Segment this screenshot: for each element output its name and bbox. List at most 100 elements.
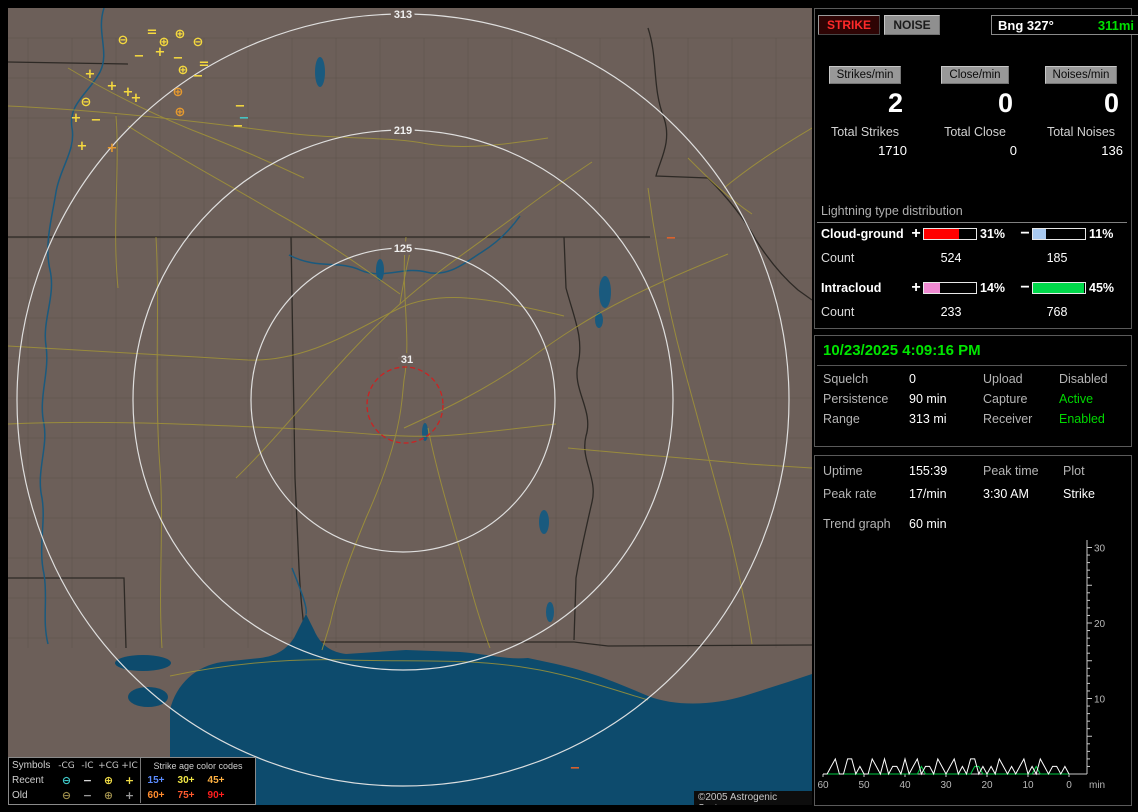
legend-type-ic-neg: -IC xyxy=(77,761,98,771)
strike-symbol: + xyxy=(107,79,118,94)
strike-symbol: ⊕ xyxy=(175,105,186,120)
session-stats-box: Uptime 155:39 Peak time Plot Peak rate 1… xyxy=(814,455,1132,806)
total-strikes-label: Total Strikes xyxy=(815,125,915,139)
minus-sign: − xyxy=(1018,279,1032,297)
x-tick-label: 30 xyxy=(940,780,952,791)
close-per-min-value: 0 xyxy=(925,88,1025,119)
strike-symbol: ⊕ xyxy=(175,27,186,42)
plus-sign: + xyxy=(909,279,923,297)
receiver-status: Enabled xyxy=(1059,412,1105,426)
peak-time-label: Peak time xyxy=(983,464,1039,478)
old-cg-pos-icon: ⊕ xyxy=(98,789,119,802)
recent-cg-pos-icon: ⊕ xyxy=(98,774,119,787)
x-tick-label: 0 xyxy=(1066,780,1072,791)
status-box: 10/23/2025 4:09:16 PM Squelch 0 Upload D… xyxy=(814,335,1132,447)
strikes-per-min-label: Strikes/min xyxy=(829,66,902,84)
peak-rate-row: Peak rate 17/min 3:30 AM Strike xyxy=(815,487,1131,505)
control-panel: STRIKE NOISE Bng 327° 311mi Strikes/min … xyxy=(814,8,1132,805)
legend-recent-row: Recent ⊖ − ⊕ + 15+ 30+ 45+ xyxy=(9,773,255,788)
cg-negative-count: 185 xyxy=(1029,251,1085,265)
strike-symbol: ⊖ xyxy=(118,33,129,48)
legend-type-cg-pos: +CG xyxy=(98,761,119,771)
recent-ic-pos-icon: + xyxy=(119,774,140,787)
divider xyxy=(817,222,1127,223)
status-row-squelch: Squelch 0 Upload Disabled xyxy=(815,372,1131,390)
total-noises-label: Total Noises xyxy=(1031,125,1131,139)
receiver-label: Receiver xyxy=(983,412,1032,426)
total-strikes-value: 1710 xyxy=(815,143,915,158)
noises-column: Noises/min 0 Total Noises 136 xyxy=(1031,65,1131,158)
trend-graph-row: Trend graph 60 min xyxy=(815,517,1131,535)
strikes-per-min-value: 2 xyxy=(815,88,915,119)
uptime-row: Uptime 155:39 Peak time Plot xyxy=(815,464,1131,482)
cg-positive-count: 524 xyxy=(923,251,979,265)
map-area: 313 219 125 31 ⊖=⊕⊕⊖−+−=+++⊕−⊖⊕+−−+⊕−++−… xyxy=(8,8,812,805)
minus-sign: − xyxy=(1018,225,1032,243)
strike-trace xyxy=(823,759,1069,774)
legend-type-ic-pos: +IC xyxy=(119,761,140,771)
strike-symbol: ⊕ xyxy=(178,63,189,78)
ring-label-31: 31 xyxy=(401,354,413,366)
legend-age-header: Strike age color codes xyxy=(141,761,255,771)
x-tick-label: 50 xyxy=(858,780,870,791)
y-tick-label: 30 xyxy=(1094,544,1106,555)
lightning-tracker-app: { "map": { "ring_labels": ["313", "219",… xyxy=(0,0,1138,812)
age-60: 60+ xyxy=(141,790,171,801)
close-column: Close/min 0 Total Close 0 xyxy=(925,65,1025,158)
peak-rate-value: 17/min xyxy=(909,487,947,501)
cloud-ground-count-row: Count 524 185 xyxy=(821,251,1127,265)
strike-symbol: + xyxy=(71,111,82,126)
recent-cg-neg-icon: ⊖ xyxy=(56,774,77,787)
map-legend: Symbols -CG -IC +CG +IC Strike age color… xyxy=(8,757,256,805)
total-noises-value: 136 xyxy=(1031,143,1131,158)
old-ic-pos-icon: + xyxy=(119,789,140,802)
total-close-label: Total Close xyxy=(925,125,1025,139)
ic-positive-pct: 14% xyxy=(977,281,1018,295)
legend-symbols-header: Symbols xyxy=(9,760,56,771)
x-axis-unit: min xyxy=(1089,780,1105,791)
cg-positive-bar-fill xyxy=(924,229,959,239)
y-tick-label: 10 xyxy=(1094,695,1106,706)
strike-symbol: − xyxy=(193,69,204,84)
cg-negative-bar xyxy=(1032,228,1086,240)
legend-type-cg-neg: -CG xyxy=(56,761,77,771)
x-tick-label: 20 xyxy=(981,780,993,791)
cg-positive-bar xyxy=(923,228,977,240)
bearing-display: Bng 327° 311mi xyxy=(991,15,1138,35)
strike-symbol: − xyxy=(666,231,677,246)
strike-symbol: ⊖ xyxy=(81,95,92,110)
strike-symbol: ⊖ xyxy=(193,35,204,50)
noises-per-min-label: Noises/min xyxy=(1045,66,1118,84)
trend-graph: 3020106050403020100min xyxy=(817,536,1109,798)
strikes-column: Strikes/min 2 Total Strikes 1710 xyxy=(815,65,915,158)
divider xyxy=(817,365,1127,366)
y-tick-label: 20 xyxy=(1094,619,1106,630)
intracloud-label: Intracloud xyxy=(821,281,909,295)
peak-time-value: 3:30 AM xyxy=(983,487,1029,501)
strike-symbol: ⊕ xyxy=(173,85,184,100)
ring-label-125: 125 xyxy=(394,243,412,255)
age-75: 75+ xyxy=(171,790,201,801)
squelch-value: 0 xyxy=(909,372,916,386)
strike-symbol: = xyxy=(147,25,158,40)
cg-positive-pct: 31% xyxy=(977,227,1018,241)
plus-sign: + xyxy=(909,225,923,243)
peak-rate-label: Peak rate xyxy=(823,487,877,501)
noise-button[interactable]: NOISE xyxy=(884,15,940,35)
strike-button[interactable]: STRIKE xyxy=(818,15,880,35)
age-45: 45+ xyxy=(201,775,231,786)
lightning-map: 313 219 125 31 ⊖=⊕⊕⊖−+−=+++⊕−⊖⊕+−−+⊕−++−… xyxy=(8,8,812,805)
ic-negative-pct: 45% xyxy=(1086,281,1127,295)
legend-old-row: Old ⊖ − ⊕ + 60+ 75+ 90+ xyxy=(9,788,255,803)
status-row-persistence: Persistence 90 min Capture Active xyxy=(815,392,1131,410)
x-tick-label: 60 xyxy=(817,780,829,791)
cloud-ground-label: Cloud-ground xyxy=(821,227,909,241)
ring-label-219: 219 xyxy=(394,125,412,137)
ic-positive-bar xyxy=(923,282,977,294)
cg-negative-pct: 11% xyxy=(1086,227,1127,241)
count-label: Count xyxy=(821,305,854,319)
old-cg-neg-icon: ⊖ xyxy=(56,789,77,802)
upload-status: Disabled xyxy=(1059,372,1108,386)
ic-negative-count: 768 xyxy=(1029,305,1085,319)
strike-symbol: − xyxy=(570,761,581,776)
